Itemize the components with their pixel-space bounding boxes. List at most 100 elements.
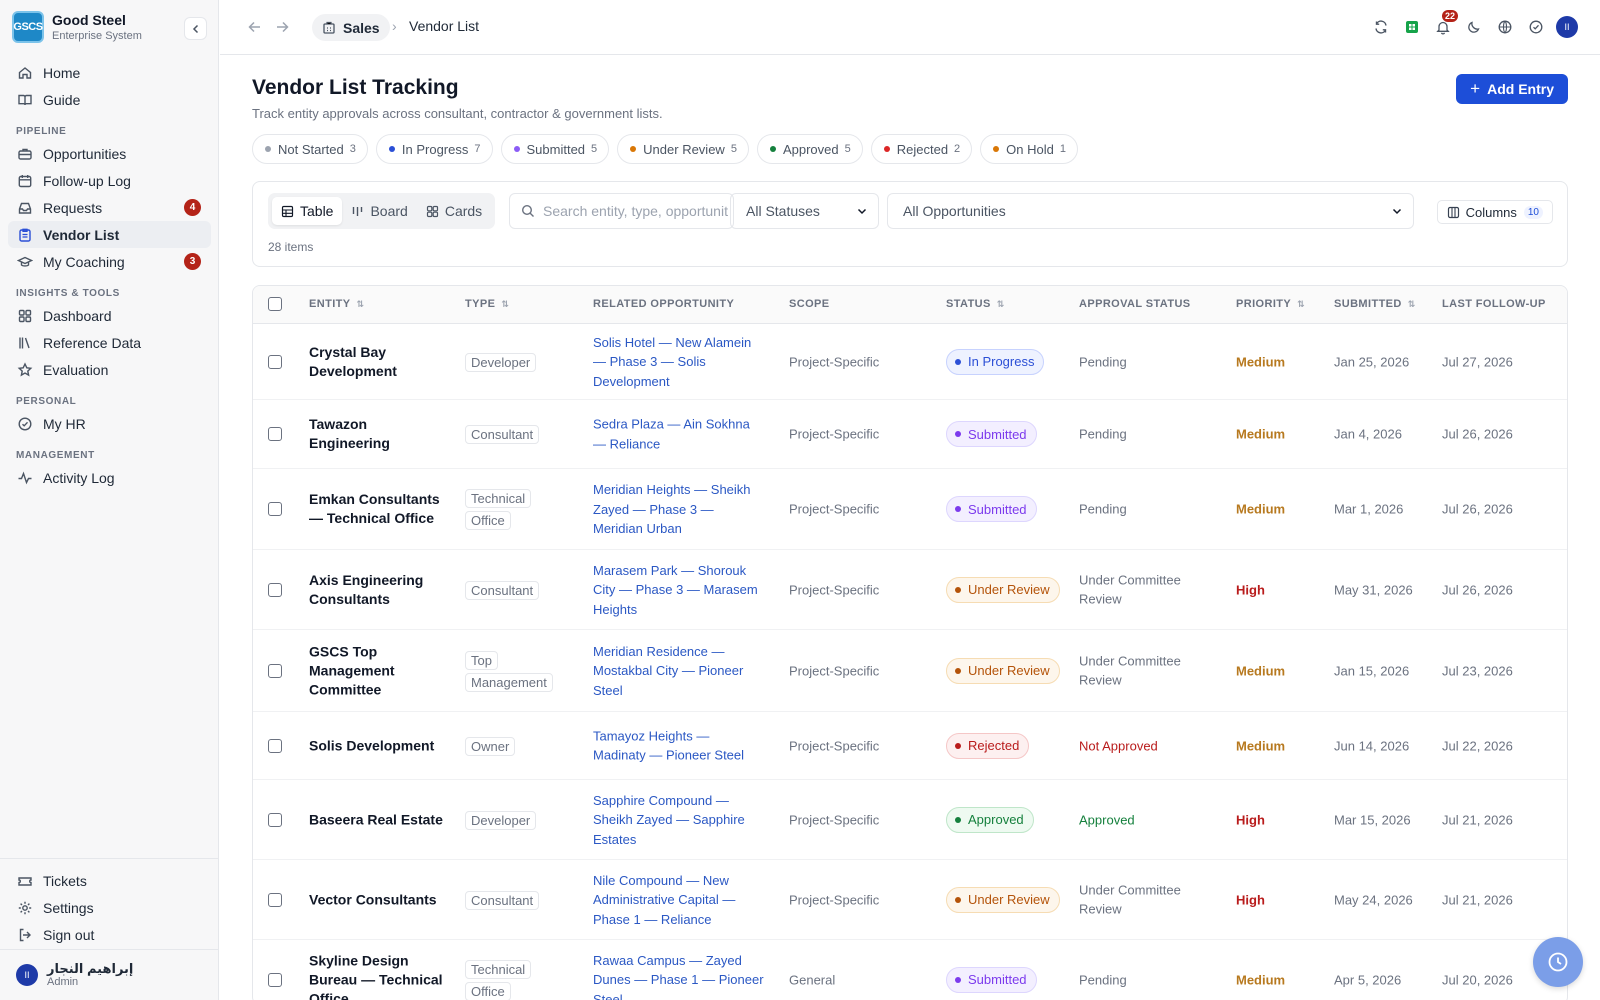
status-label: Under Review [968, 663, 1050, 678]
table-row[interactable]: GSCS Top Management Committee Top Managem… [253, 630, 1567, 712]
row-checkbox[interactable] [268, 812, 282, 827]
sidebar-section-title: PIPELINE [16, 126, 67, 137]
entity-name[interactable]: Skyline Design Bureau — Technical Office [309, 951, 449, 1000]
grid-icon [16, 307, 34, 325]
refresh-icon[interactable] [1370, 16, 1392, 38]
bell-icon[interactable]: 22 [1432, 10, 1459, 38]
sidebar-item-vendor-list[interactable]: Vendor List [8, 221, 211, 248]
sidebar-item-guide[interactable]: Guide [8, 86, 211, 113]
sidebar-item-tickets[interactable]: Tickets [8, 867, 211, 894]
entity-name[interactable]: Crystal Bay Development [309, 343, 449, 381]
table-row[interactable]: Tawazon Engineering Consultant Sedra Plaza… [253, 400, 1567, 469]
entity-name[interactable]: Baseera Real Estate [309, 810, 449, 829]
sidebar-item-label: Dashboard [43, 307, 112, 324]
entity-name[interactable]: GSCS Top Management Committee [309, 642, 449, 699]
count-badge: 4 [184, 199, 201, 216]
opportunity-link[interactable]: Meridian Heights — Sheikh Zayed — Phase … [593, 480, 765, 539]
opportunity-link[interactable]: Sedra Plaza — Ain Sokhna — Reliance [593, 415, 765, 454]
sidebar-item-follow-up-log[interactable]: Follow-up Log [8, 167, 211, 194]
column-header-entity[interactable]: ENTITY ⇅ [309, 298, 364, 310]
table-row[interactable]: Crystal Bay Development Developer Solis Ho… [253, 324, 1567, 400]
column-header-approval-status[interactable]: APPROVAL STATUS [1079, 298, 1191, 310]
sidebar-item-evaluation[interactable]: Evaluation [8, 356, 211, 383]
check-circle-icon[interactable] [1525, 16, 1547, 38]
sidebar-item-sign-out[interactable]: Sign out [8, 921, 211, 948]
table-row[interactable]: Axis Engineering Consultants Consultant Ma… [253, 550, 1567, 630]
sidebar-item-dashboard[interactable]: Dashboard [8, 302, 211, 329]
table-row[interactable]: Baseera Real Estate Developer Sapphire Com… [253, 780, 1567, 860]
view-cards-button[interactable]: Cards [417, 197, 491, 225]
table-row[interactable]: Skyline Design Bureau — Technical Office… [253, 940, 1567, 1000]
column-header-priority[interactable]: PRIORITY ⇅ [1236, 298, 1305, 310]
row-checkbox[interactable] [268, 354, 282, 369]
entity-name[interactable]: Tawazon Engineering [309, 415, 449, 453]
search-box[interactable] [509, 193, 734, 229]
history-fab-button[interactable] [1533, 937, 1583, 987]
search-input[interactable] [543, 203, 728, 219]
column-header-scope[interactable]: SCOPE [789, 298, 830, 310]
table-row[interactable]: Vector Consultants Consultant Nile Compoun… [253, 860, 1567, 940]
sidebar-item-my-hr[interactable]: My HR [8, 410, 211, 437]
row-checkbox[interactable] [268, 582, 282, 597]
select-all-checkbox[interactable] [268, 297, 282, 311]
column-header-last-follow-up[interactable]: LAST FOLLOW-UP [1442, 298, 1546, 310]
opportunity-link[interactable]: Tamayoz Heights — Madinaty — Pioneer Ste… [593, 726, 765, 765]
row-checkbox[interactable] [268, 427, 282, 441]
brand[interactable]: GSCS Good Steel Enterprise System [12, 11, 142, 43]
column-header-status[interactable]: STATUS ⇅ [946, 298, 1005, 310]
column-header-related-opportunity[interactable]: RELATED OPPORTUNITY [593, 298, 734, 310]
column-header-type[interactable]: TYPE ⇅ [465, 298, 509, 310]
entity-name[interactable]: Emkan Consultants — Technical Office [309, 490, 449, 528]
sidebar-item-activity-log[interactable]: Activity Log [8, 464, 211, 491]
opportunity-link[interactable]: Meridian Residence — Mostakbal City — Pi… [593, 641, 765, 700]
opportunity-link[interactable]: Marasem Park — Shorouk City — Phase 3 — … [593, 560, 765, 619]
opportunity-link[interactable]: Solis Hotel — New Alamein — Phase 3 — So… [593, 332, 765, 391]
brand-subtitle: Enterprise System [52, 29, 142, 42]
moon-icon[interactable] [1463, 16, 1485, 38]
opportunity-select[interactable]: All Opportunities [887, 193, 1414, 229]
globe-icon[interactable] [1494, 16, 1516, 38]
row-checkbox[interactable] [268, 502, 282, 516]
sidebar-item-my-coaching[interactable]: My Coaching 3 [8, 248, 211, 275]
collapse-sidebar-button[interactable] [184, 17, 207, 40]
entity-name[interactable]: Axis Engineering Consultants [309, 571, 449, 609]
columns-button[interactable]: Columns 10 [1436, 200, 1553, 224]
entity-name[interactable]: Solis Development [309, 736, 449, 755]
status-pill-label: In Progress [401, 141, 469, 157]
opportunity-link[interactable]: Sapphire Compound — Sheikh Zayed — Sapph… [593, 790, 765, 849]
status-select[interactable]: All Statuses [730, 193, 879, 229]
table-row[interactable]: Solis Development Owner Tamayoz Heights — … [253, 712, 1567, 780]
status-pill-approved[interactable]: Approved 5 [756, 134, 863, 164]
forward-arrow-icon[interactable] [273, 18, 291, 36]
view-table-button[interactable]: Table [272, 197, 343, 225]
breadcrumb-sales[interactable]: Sales [312, 14, 390, 41]
user-profile[interactable]: II إبراهيم النجار Admin [0, 949, 219, 1000]
sidebar-item-requests[interactable]: Requests 4 [8, 194, 211, 221]
sidebar-item-opportunities[interactable]: Opportunities [8, 140, 211, 167]
status-pill-rejected[interactable]: Rejected 2 [870, 134, 973, 164]
row-checkbox[interactable] [268, 738, 282, 753]
opportunity-link[interactable]: Nile Compound — New Administrative Capit… [593, 870, 765, 929]
add-entry-button[interactable]: + Add Entry [1456, 74, 1568, 104]
view-board-button[interactable]: Board [342, 197, 416, 225]
opportunity-link[interactable]: Rawaa Campus — Zayed Dunes — Phase 1 — P… [593, 950, 765, 1000]
status-pill-submitted[interactable]: Submitted 5 [500, 134, 610, 164]
table-row[interactable]: Emkan Consultants — Technical Office Tech… [253, 469, 1567, 550]
sidebar-item-reference-data[interactable]: Reference Data [8, 329, 211, 356]
entity-name[interactable]: Vector Consultants [309, 890, 449, 909]
approval-status: Pending [1079, 501, 1127, 517]
column-header-submitted[interactable]: SUBMITTED ⇅ [1334, 298, 1416, 310]
user-avatar[interactable]: II [1556, 16, 1578, 38]
row-checkbox[interactable] [268, 892, 282, 907]
status-pill-not-started[interactable]: Not Started 3 [252, 134, 368, 164]
back-arrow-icon[interactable] [246, 18, 264, 36]
row-checkbox[interactable] [268, 972, 282, 987]
gear-icon [16, 899, 34, 917]
status-pill-on-hold[interactable]: On Hold 1 [980, 134, 1078, 164]
sidebar-item-home[interactable]: Home [8, 59, 211, 86]
status-pill-under-review[interactable]: Under Review 5 [617, 134, 749, 164]
spreadsheet-icon[interactable] [1401, 16, 1423, 38]
row-checkbox[interactable] [268, 663, 282, 678]
status-pill-in-progress[interactable]: In Progress 7 [375, 134, 493, 164]
sidebar-item-settings[interactable]: Settings [8, 894, 211, 921]
